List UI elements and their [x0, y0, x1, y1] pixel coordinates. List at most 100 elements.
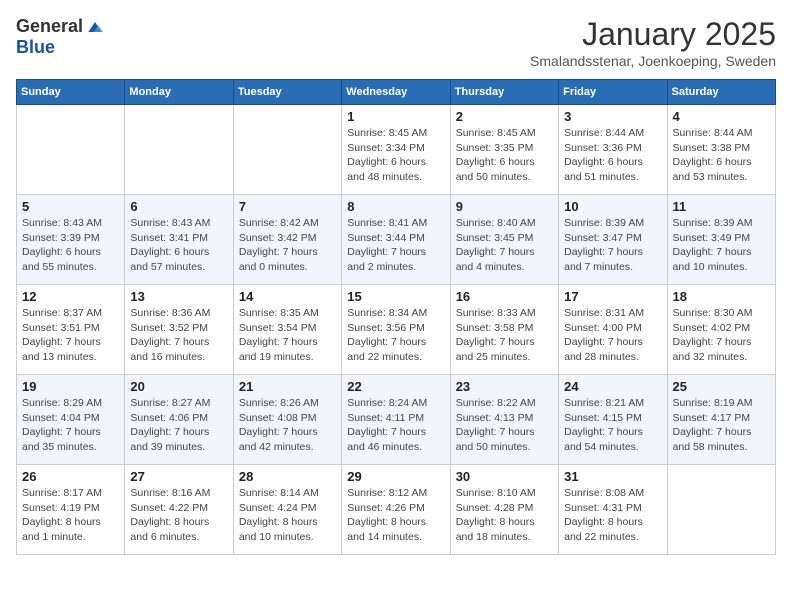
day-info: Sunrise: 8:24 AM Sunset: 4:11 PM Dayligh… [347, 396, 444, 455]
calendar-week-row: 5 Sunrise: 8:43 AM Sunset: 3:39 PM Daylig… [17, 195, 776, 285]
day-number: 26 [22, 469, 119, 484]
day-info: Sunrise: 8:44 AM Sunset: 3:38 PM Dayligh… [673, 126, 770, 185]
calendar-cell: 9 Sunrise: 8:40 AM Sunset: 3:45 PM Daylig… [450, 195, 558, 285]
calendar-cell: 19 Sunrise: 8:29 AM Sunset: 4:04 PM Dayli… [17, 375, 125, 465]
day-info: Sunrise: 8:36 AM Sunset: 3:52 PM Dayligh… [130, 306, 227, 365]
calendar-cell: 12 Sunrise: 8:37 AM Sunset: 3:51 PM Dayli… [17, 285, 125, 375]
title-block: January 2025 Smalandsstenar, Joenkoeping… [530, 16, 776, 69]
day-number: 22 [347, 379, 444, 394]
calendar-cell: 30Sunrise: 8:10 AM Sunset: 4:28 PM Dayli… [450, 465, 558, 555]
calendar-cell [125, 105, 233, 195]
calendar-cell: 6 Sunrise: 8:43 AM Sunset: 3:41 PM Daylig… [125, 195, 233, 285]
day-number: 10 [564, 199, 661, 214]
day-number: 17 [564, 289, 661, 304]
day-number: 6 [130, 199, 227, 214]
calendar-cell: 24 Sunrise: 8:21 AM Sunset: 4:15 PM Dayli… [559, 375, 667, 465]
day-number: 15 [347, 289, 444, 304]
calendar-cell: 21 Sunrise: 8:26 AM Sunset: 4:08 PM Dayli… [233, 375, 341, 465]
logo-general-text: General [16, 16, 83, 37]
day-info: Sunrise: 8:30 AM Sunset: 4:02 PM Dayligh… [673, 306, 770, 365]
day-info: Sunrise: 8:33 AM Sunset: 3:58 PM Dayligh… [456, 306, 553, 365]
day-info: Sunrise: 8:17 AM Sunset: 4:19 PM Dayligh… [22, 486, 119, 545]
calendar-cell: 22 Sunrise: 8:24 AM Sunset: 4:11 PM Dayli… [342, 375, 450, 465]
day-number: 5 [22, 199, 119, 214]
calendar-cell: 10 Sunrise: 8:39 AM Sunset: 3:47 PM Dayli… [559, 195, 667, 285]
day-info: Sunrise: 8:45 AM Sunset: 3:35 PM Dayligh… [456, 126, 553, 185]
weekday-header-friday: Friday [559, 80, 667, 105]
calendar-cell: 29Sunrise: 8:12 AM Sunset: 4:26 PM Dayli… [342, 465, 450, 555]
calendar-week-row: 26 Sunrise: 8:17 AM Sunset: 4:19 PM Dayli… [17, 465, 776, 555]
day-number: 11 [673, 199, 770, 214]
day-info: Sunrise: 8:26 AM Sunset: 4:08 PM Dayligh… [239, 396, 336, 455]
day-info: Sunrise: 8:22 AM Sunset: 4:13 PM Dayligh… [456, 396, 553, 455]
day-info: Sunrise: 8:29 AM Sunset: 4:04 PM Dayligh… [22, 396, 119, 455]
calendar-cell: 1Sunrise: 8:45 AM Sunset: 3:34 PM Daylig… [342, 105, 450, 195]
weekday-header-saturday: Saturday [667, 80, 775, 105]
calendar-cell [17, 105, 125, 195]
calendar-cell: 26 Sunrise: 8:17 AM Sunset: 4:19 PM Dayli… [17, 465, 125, 555]
calendar-cell: 28Sunrise: 8:14 AM Sunset: 4:24 PM Dayli… [233, 465, 341, 555]
weekday-header-tuesday: Tuesday [233, 80, 341, 105]
day-number: 16 [456, 289, 553, 304]
calendar-week-row: 12 Sunrise: 8:37 AM Sunset: 3:51 PM Dayli… [17, 285, 776, 375]
logo-icon [85, 17, 105, 37]
day-number: 7 [239, 199, 336, 214]
day-info: Sunrise: 8:16 AM Sunset: 4:22 PM Dayligh… [130, 486, 227, 545]
logo: General Blue [16, 16, 105, 58]
calendar-cell: 15 Sunrise: 8:34 AM Sunset: 3:56 PM Dayli… [342, 285, 450, 375]
day-info: Sunrise: 8:37 AM Sunset: 3:51 PM Dayligh… [22, 306, 119, 365]
logo-blue-text: Blue [16, 37, 55, 58]
day-number: 21 [239, 379, 336, 394]
day-info: Sunrise: 8:40 AM Sunset: 3:45 PM Dayligh… [456, 216, 553, 275]
calendar-cell: 3 Sunrise: 8:44 AM Sunset: 3:36 PM Daylig… [559, 105, 667, 195]
day-info: Sunrise: 8:41 AM Sunset: 3:44 PM Dayligh… [347, 216, 444, 275]
calendar-cell: 5 Sunrise: 8:43 AM Sunset: 3:39 PM Daylig… [17, 195, 125, 285]
day-number: 4 [673, 109, 770, 124]
weekday-header-monday: Monday [125, 80, 233, 105]
day-number: 25 [673, 379, 770, 394]
calendar-week-row: 1Sunrise: 8:45 AM Sunset: 3:34 PM Daylig… [17, 105, 776, 195]
calendar-cell: 23Sunrise: 8:22 AM Sunset: 4:13 PM Dayli… [450, 375, 558, 465]
day-info: Sunrise: 8:42 AM Sunset: 3:42 PM Dayligh… [239, 216, 336, 275]
day-info: Sunrise: 8:44 AM Sunset: 3:36 PM Dayligh… [564, 126, 661, 185]
weekday-header-sunday: Sunday [17, 80, 125, 105]
calendar-cell: 4 Sunrise: 8:44 AM Sunset: 3:38 PM Daylig… [667, 105, 775, 195]
month-title: January 2025 [530, 16, 776, 53]
day-number: 20 [130, 379, 227, 394]
calendar-week-row: 19 Sunrise: 8:29 AM Sunset: 4:04 PM Dayli… [17, 375, 776, 465]
calendar-cell: 8 Sunrise: 8:41 AM Sunset: 3:44 PM Daylig… [342, 195, 450, 285]
day-info: Sunrise: 8:10 AM Sunset: 4:28 PM Dayligh… [456, 486, 553, 545]
weekday-header-row: SundayMondayTuesdayWednesdayThursdayFrid… [17, 80, 776, 105]
day-info: Sunrise: 8:08 AM Sunset: 4:31 PM Dayligh… [564, 486, 661, 545]
calendar-cell: 13 Sunrise: 8:36 AM Sunset: 3:52 PM Dayli… [125, 285, 233, 375]
calendar-cell [233, 105, 341, 195]
day-info: Sunrise: 8:45 AM Sunset: 3:34 PM Dayligh… [347, 126, 444, 185]
day-info: Sunrise: 8:34 AM Sunset: 3:56 PM Dayligh… [347, 306, 444, 365]
day-number: 2 [456, 109, 553, 124]
calendar-cell: 2 Sunrise: 8:45 AM Sunset: 3:35 PM Daylig… [450, 105, 558, 195]
day-number: 27 [130, 469, 227, 484]
calendar-cell: 14Sunrise: 8:35 AM Sunset: 3:54 PM Dayli… [233, 285, 341, 375]
calendar-cell: 31 Sunrise: 8:08 AM Sunset: 4:31 PM Dayli… [559, 465, 667, 555]
day-info: Sunrise: 8:39 AM Sunset: 3:47 PM Dayligh… [564, 216, 661, 275]
day-number: 19 [22, 379, 119, 394]
day-number: 13 [130, 289, 227, 304]
day-number: 9 [456, 199, 553, 214]
day-number: 24 [564, 379, 661, 394]
weekday-header-thursday: Thursday [450, 80, 558, 105]
calendar-table: SundayMondayTuesdayWednesdayThursdayFrid… [16, 79, 776, 555]
day-number: 12 [22, 289, 119, 304]
page-header: General Blue January 2025 Smalandsstenar… [16, 16, 776, 69]
day-info: Sunrise: 8:12 AM Sunset: 4:26 PM Dayligh… [347, 486, 444, 545]
day-info: Sunrise: 8:21 AM Sunset: 4:15 PM Dayligh… [564, 396, 661, 455]
day-number: 28 [239, 469, 336, 484]
day-info: Sunrise: 8:35 AM Sunset: 3:54 PM Dayligh… [239, 306, 336, 365]
day-info: Sunrise: 8:43 AM Sunset: 3:39 PM Dayligh… [22, 216, 119, 275]
location: Smalandsstenar, Joenkoeping, Sweden [530, 53, 776, 69]
day-number: 3 [564, 109, 661, 124]
calendar-cell: 16 Sunrise: 8:33 AM Sunset: 3:58 PM Dayli… [450, 285, 558, 375]
calendar-cell: 7 Sunrise: 8:42 AM Sunset: 3:42 PM Daylig… [233, 195, 341, 285]
day-info: Sunrise: 8:43 AM Sunset: 3:41 PM Dayligh… [130, 216, 227, 275]
day-number: 31 [564, 469, 661, 484]
day-number: 8 [347, 199, 444, 214]
